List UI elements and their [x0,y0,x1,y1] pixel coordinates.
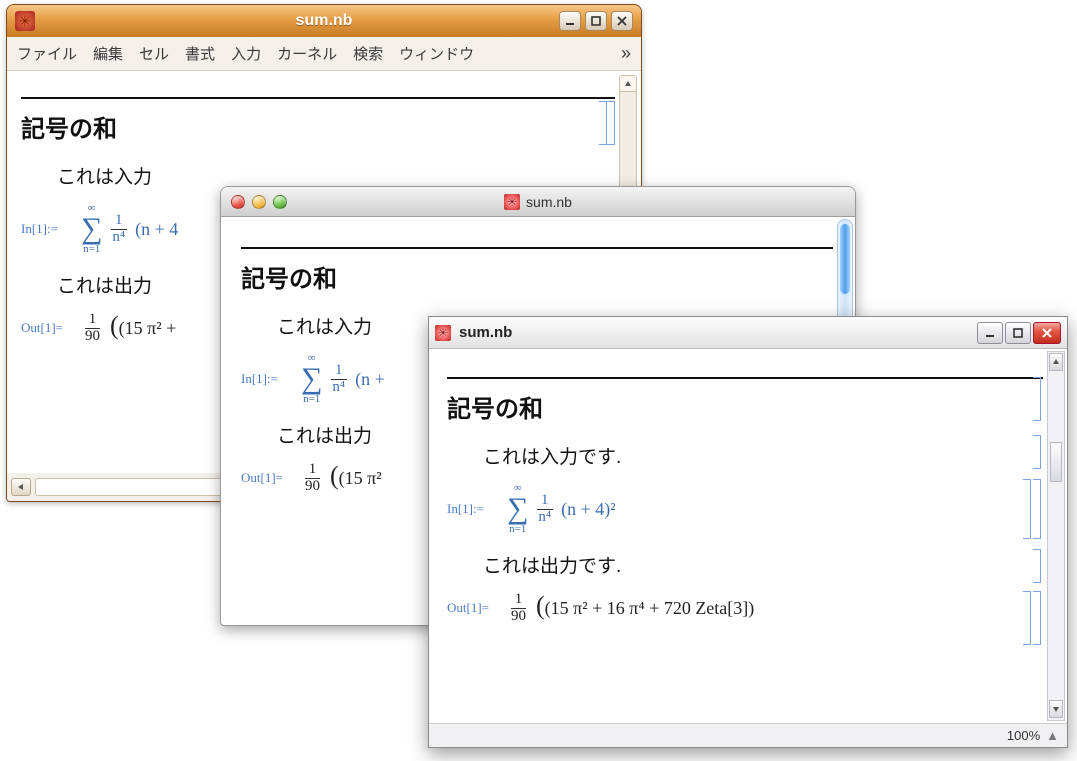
open-paren-icon: ( [330,463,339,489]
titlebar[interactable]: sum.nb [429,317,1067,349]
expression-tail: (15 π² [339,468,382,489]
in-label: In[1]:= [241,371,301,387]
expression-tail: (15 π² + [119,318,177,339]
section-rule [447,377,1043,379]
menu-file[interactable]: ファイル [17,43,77,64]
sum-symbol: ∞ ∑ n=1 [301,353,322,405]
titlebar[interactable]: sum.nb [221,187,855,217]
menu-cell[interactable]: セル [139,43,169,64]
expression-tail: (n + 4 [135,219,178,240]
notebook-area[interactable]: 記号の和 これは入力です. In[1]:= ∞ ∑ n=1 1 n⁴ (n + … [429,349,1067,723]
section-title: 記号の和 [241,259,833,294]
close-button[interactable] [1033,322,1061,344]
window-title: sum.nb [459,324,512,341]
zoom-menu-icon[interactable]: ▲ [1046,728,1059,743]
input-caption: これは入力です. [483,442,1043,469]
section-rule [241,247,833,249]
out-label: Out[1]= [241,470,301,486]
input-caption: これは入力 [57,162,615,189]
fraction: 1 90 [301,462,324,495]
sum-symbol: ∞ ∑ n=1 [507,483,528,535]
out-label: Out[1]= [447,600,507,616]
scroll-up-icon[interactable] [1049,353,1063,371]
zoom-level[interactable]: 100% [1007,728,1040,743]
menu-kernel[interactable]: カーネル [277,43,337,64]
section-rule [21,97,615,99]
sum-symbol: ∞ ∑ n=1 [81,203,102,255]
fraction: 1 n⁴ [108,213,129,246]
fraction: 1 n⁴ [328,363,349,396]
input-expression: (n + 4)² [561,499,616,520]
section-title: 記号の和 [447,389,1043,424]
window-title: sum.nb [7,12,641,30]
statusbar: 100% ▲ [429,723,1067,747]
output-cell: Out[1]= 1 90 ( (15 π² + 16 π⁴ + 720 Zeta… [447,592,1043,625]
scrollbar-thumb[interactable] [840,224,850,294]
open-paren-icon: ( [110,313,119,339]
app-icon [435,325,451,341]
fraction: 1 90 [81,312,104,345]
menu-find[interactable]: 検索 [353,43,383,64]
titlebar[interactable]: sum.nb [7,5,641,37]
output-expression: (15 π² + 16 π⁴ + 720 Zeta[3]) [545,598,755,619]
window-title: sum.nb [221,194,855,210]
out-label: Out[1]= [21,320,81,336]
scroll-left-icon[interactable] [11,478,31,496]
expression-tail: (n + [355,369,385,390]
app-icon [504,194,520,210]
menu-edit[interactable]: 編集 [93,43,123,64]
in-label: In[1]:= [21,221,81,237]
menu-window[interactable]: ウィンドウ [399,43,474,64]
output-caption: これは出力です. [483,551,1043,578]
section-title: 記号の和 [21,109,615,144]
maximize-button[interactable] [1005,322,1031,344]
menubar: ファイル 編集 セル 書式 入力 カーネル 検索 ウィンドウ » [7,37,641,71]
menu-overflow-icon[interactable]: » [621,43,631,64]
scroll-up-icon[interactable] [620,76,636,92]
menu-input[interactable]: 入力 [231,43,261,64]
input-cell[interactable]: In[1]:= ∞ ∑ n=1 1 n⁴ (n + 4)² [447,483,1043,535]
in-label: In[1]:= [447,501,507,517]
menu-format[interactable]: 書式 [185,43,215,64]
fraction: 1 n⁴ [534,493,555,526]
scrollbar-thumb[interactable] [1050,442,1062,482]
scroll-down-icon[interactable] [1049,700,1063,718]
open-paren-icon: ( [536,593,545,619]
minimize-button[interactable] [977,322,1003,344]
window-xp: sum.nb 記号の和 これは入力です. In[1]:= ∞ ∑ n=1 [428,316,1068,748]
vertical-scrollbar[interactable] [1047,351,1065,721]
fraction: 1 90 [507,592,530,625]
